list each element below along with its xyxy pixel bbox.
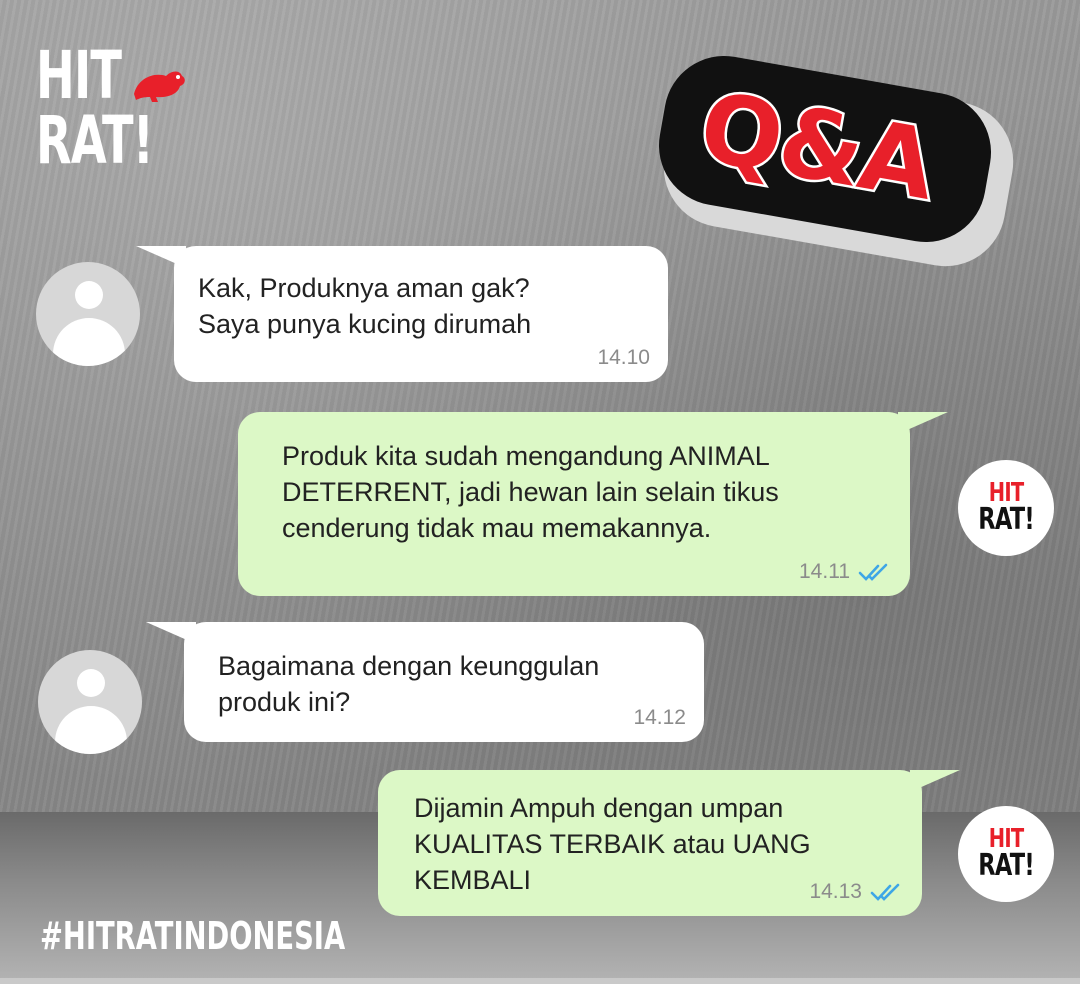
qa-badge: Q&A [649, 46, 1023, 276]
message-time: 14.12 [633, 706, 686, 729]
bottom-strip [0, 978, 1080, 984]
hitrat-logo: HIT RAT! [36, 43, 186, 179]
message-bubble-incoming: Kak, Produknya aman gak? Saya punya kuci… [136, 246, 668, 382]
double-check-icon [870, 883, 900, 901]
message-text: Kak, Produknya aman gak? Saya punya kuci… [198, 273, 532, 339]
rat-icon [134, 71, 185, 102]
message-meta: 14.11 [799, 554, 892, 590]
bubble-tail [146, 622, 196, 644]
user-placeholder-icon [36, 262, 140, 366]
hitrat-avatar: HIT RAT! [958, 806, 1054, 902]
message-time: 14.11 [799, 560, 850, 583]
bubble-tail [898, 412, 948, 434]
message-text: Dijamin Ampuh dengan umpan KUALITAS TERB… [414, 793, 811, 895]
hitrat-avatar: HIT RAT! [958, 460, 1054, 556]
message-bubble-incoming: Bagaimana dengan keunggulan produk ini? … [146, 622, 704, 742]
message-meta: 14.13 [809, 874, 904, 910]
message-bubble-outgoing: Produk kita sudah mengandung ANIMAL DETE… [238, 412, 948, 596]
message-meta: 14.10 [597, 340, 650, 376]
hashtag: #HITRATINDONESIA [40, 914, 346, 958]
bubble-tail [910, 770, 960, 792]
message-text: Produk kita sudah mengandung ANIMAL DETE… [282, 441, 779, 543]
double-check-icon [858, 563, 888, 581]
message-meta: 14.12 [633, 700, 686, 736]
logo-line-2: RAT! [36, 101, 154, 179]
message-text: Bagaimana dengan keunggulan produk ini? [218, 651, 600, 717]
user-placeholder-icon [38, 650, 142, 754]
avatar-line-2: RAT! [978, 848, 1034, 884]
message-bubble-outgoing: Dijamin Ampuh dengan umpan KUALITAS TERB… [378, 770, 960, 916]
message-time: 14.13 [809, 880, 862, 903]
avatar-line-2: RAT! [978, 502, 1034, 538]
message-time: 14.10 [597, 346, 650, 369]
bubble-tail [136, 246, 186, 268]
